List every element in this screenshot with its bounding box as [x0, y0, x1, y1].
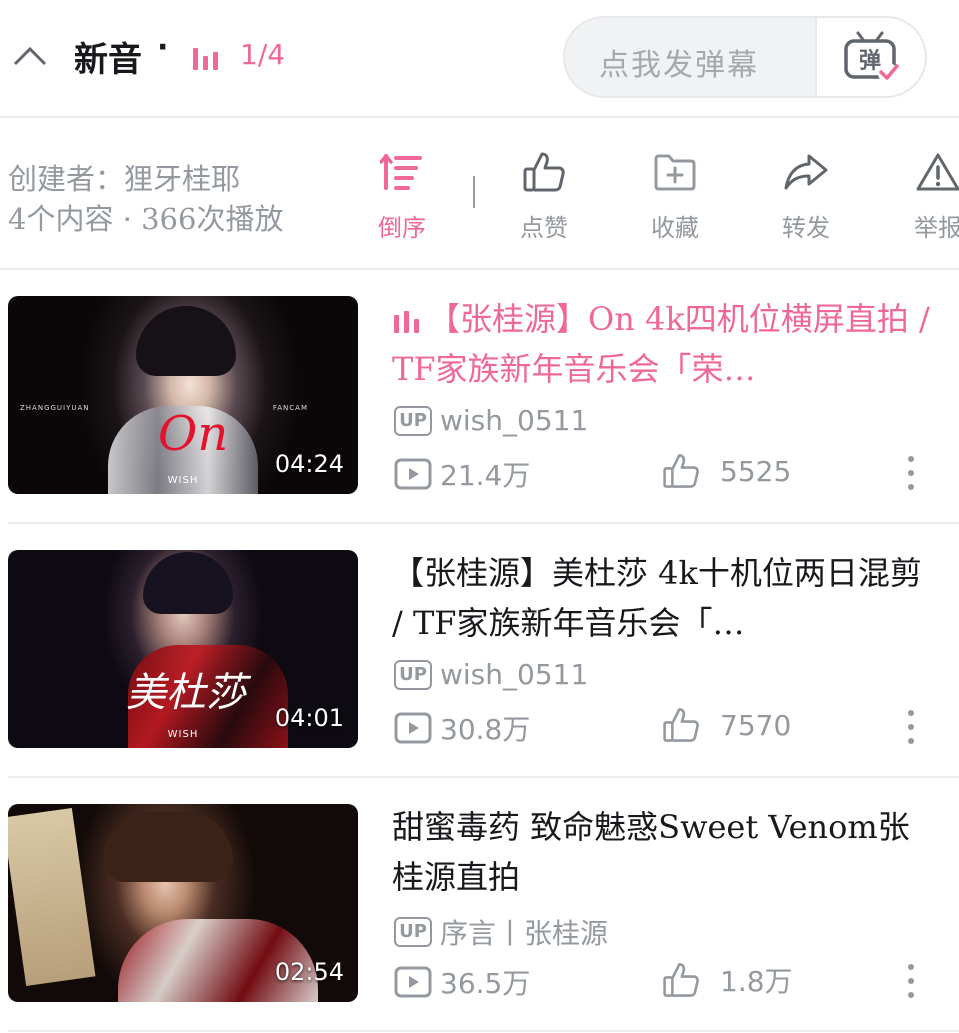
like-count-text: 7570 [720, 708, 792, 742]
collapse-button[interactable] [12, 38, 48, 74]
video-thumbnail[interactable]: On ZHANGGUIYUAN FANCAM WISH 04:24 [8, 296, 358, 494]
playlist-header: 新音 · 1/4 点我发弹幕 弹 [0, 0, 959, 118]
thumbnail-side-text: FANCAM [272, 404, 308, 412]
thumbnail-brand: WISH [167, 729, 199, 740]
playlist-stats: 4个内容 · 366次播放 [8, 202, 284, 236]
share-button[interactable]: 转发 [756, 148, 856, 243]
play-count-text: 36.5万 [440, 967, 531, 1000]
share-arrow-icon [784, 154, 828, 190]
like-playlist-button[interactable]: 点赞 [494, 148, 594, 243]
video-like-count: 5525 [662, 452, 791, 490]
video-duration: 04:01 [274, 704, 344, 732]
thumbnail-side-text: ZHANGGUIYUAN [20, 404, 90, 412]
video-like-count: 7570 [662, 706, 791, 744]
uploader-name: wish_0511 [440, 404, 589, 437]
sort-reverse-icon [380, 154, 422, 190]
video-uploader[interactable]: UP wish_0511 [394, 404, 588, 437]
thumbs-up-icon [663, 708, 699, 742]
now-playing-equalizer-icon [193, 48, 218, 70]
video-play-count: 21.4万 [394, 454, 530, 494]
play-count-icon [394, 458, 432, 490]
svg-text:弹: 弹 [859, 49, 881, 74]
now-playing-equalizer-icon [394, 310, 419, 333]
video-list-item[interactable]: On ZHANGGUIYUAN FANCAM WISH 04:24 【张桂源】O… [0, 270, 959, 524]
like-count-text: 5525 [720, 454, 792, 488]
video-uploader[interactable]: UP wish_0511 [394, 658, 588, 691]
playlist-info-bar: 创建者：狸牙桂耶 4个内容 · 366次播放 倒序 点赞 收藏 转发 举报 [0, 118, 959, 270]
more-options-icon[interactable] [902, 456, 920, 490]
danmaku-input-bar[interactable]: 点我发弹幕 弹 [563, 16, 927, 98]
thumbs-up-icon [663, 454, 699, 488]
thumbs-up-icon [523, 152, 565, 192]
up-badge: UP [394, 405, 432, 436]
up-badge: UP [394, 917, 432, 947]
warning-icon [916, 153, 959, 191]
sort-reverse-button[interactable]: 倒序 [352, 148, 452, 243]
report-button[interactable]: 举报 [888, 148, 959, 243]
danmaku-toggle-button[interactable]: 弹 [815, 18, 925, 96]
uploader-name: 序言丨张桂源 [440, 917, 609, 950]
like-count-text: 1.8万 [720, 965, 793, 998]
title-separator: · [157, 30, 169, 65]
thumbnail-word: On [158, 406, 229, 462]
list-divider [8, 1030, 959, 1032]
video-list-item[interactable]: 02:54 甜蜜毒药 致命魅惑Sweet Venom张桂源直拍 UP 序言丨张桂… [0, 778, 959, 1032]
thumbnail-word: 美杜莎 [126, 670, 246, 716]
favorite-button[interactable]: 收藏 [625, 148, 725, 243]
play-count-text: 21.4万 [440, 459, 531, 492]
more-options-icon[interactable] [902, 964, 920, 998]
action-separator [473, 176, 475, 208]
like-label: 点赞 [520, 214, 568, 242]
favorite-label: 收藏 [651, 214, 699, 242]
thumbnail-brand: WISH [167, 475, 199, 486]
video-play-count: 30.8万 [394, 708, 530, 748]
thumbs-up-icon [663, 963, 699, 997]
video-title[interactable]: 甜蜜毒药 致命魅惑Sweet Venom张桂源直拍 [392, 802, 937, 902]
play-count-icon [394, 966, 432, 998]
up-badge: UP [394, 659, 432, 690]
playlist-creator: 创建者：狸牙桂耶 [8, 162, 241, 196]
more-options-icon[interactable] [902, 710, 920, 744]
video-duration: 02:54 [274, 958, 344, 986]
play-count-icon [394, 712, 432, 744]
video-thumbnail[interactable]: 美杜莎 WISH 04:01 [8, 550, 358, 748]
video-thumbnail[interactable]: 02:54 [8, 804, 358, 1002]
danmaku-toggle-icon: 弹 [844, 31, 899, 83]
video-uploader[interactable]: UP 序言丨张桂源 [394, 912, 608, 952]
video-title[interactable]: 【张桂源】On 4k四机位横屏直拍 / TF家族新年音乐会「荣… [392, 294, 937, 394]
sort-reverse-label: 倒序 [378, 214, 426, 242]
folder-add-icon [654, 154, 696, 191]
video-duration: 04:24 [274, 450, 344, 478]
video-play-count: 36.5万 [394, 962, 530, 1002]
video-title-text: 【张桂源】On 4k四机位横屏直拍 / TF家族新年音乐会「荣… [392, 300, 930, 388]
report-label: 举报 [914, 214, 959, 242]
chevron-up-icon [13, 46, 47, 66]
video-title[interactable]: 【张桂源】美杜莎 4k十机位两日混剪 / TF家族新年音乐会「… [392, 548, 937, 648]
playlist-title: 新音 [74, 40, 142, 80]
video-list-item[interactable]: 美杜莎 WISH 04:01 【张桂源】美杜莎 4k十机位两日混剪 / TF家族… [0, 524, 959, 778]
uploader-name: wish_0511 [440, 658, 589, 691]
play-count-text: 30.8万 [440, 713, 531, 746]
page-indicator: 1/4 [240, 38, 286, 71]
video-like-count: 1.8万 [662, 960, 793, 1000]
share-label: 转发 [782, 214, 830, 242]
danmaku-input-placeholder[interactable]: 点我发弹幕 [599, 40, 759, 84]
